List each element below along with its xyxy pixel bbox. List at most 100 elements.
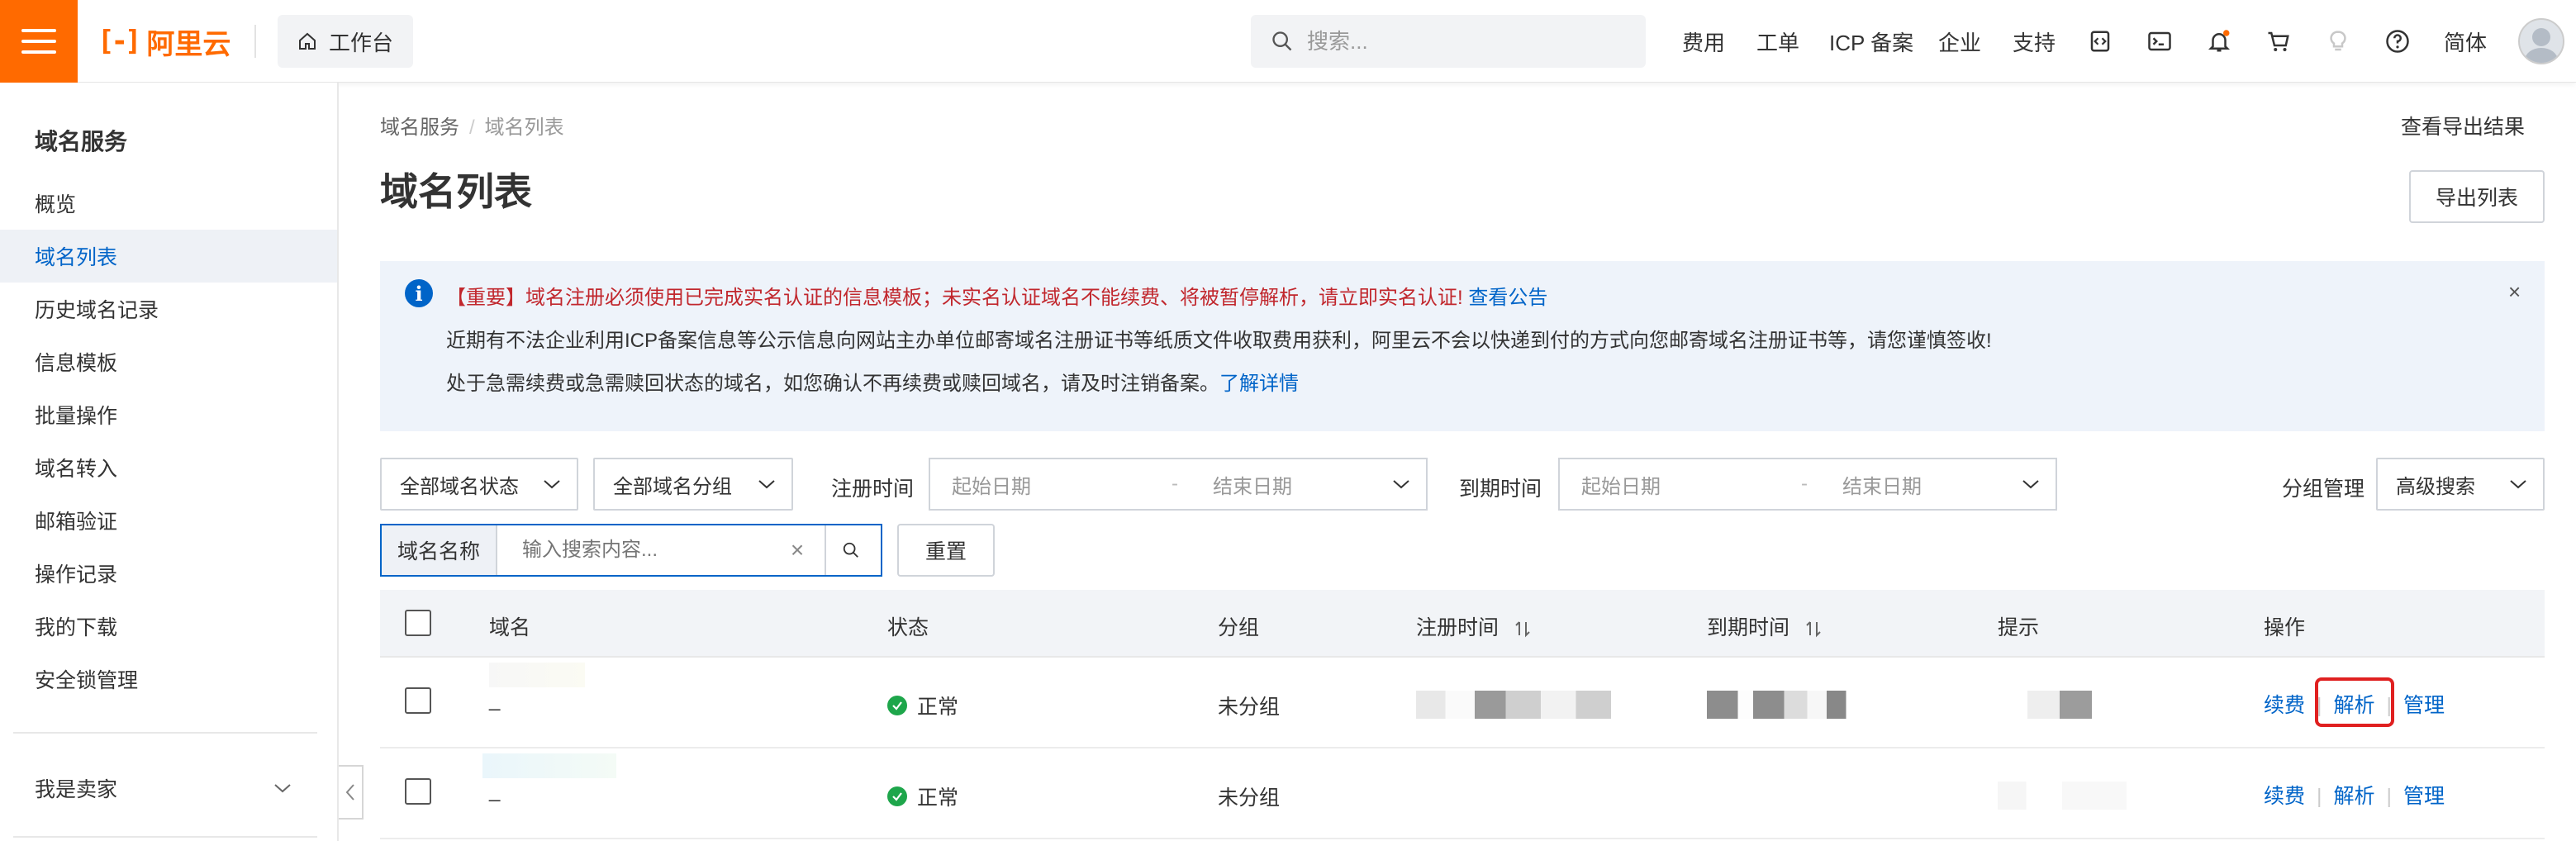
clear-icon[interactable]: ×	[770, 525, 825, 575]
domain-name[interactable]: _	[489, 780, 500, 803]
end-date-placeholder: 结束日期	[1842, 475, 1922, 498]
col-expire-time[interactable]: 到期时间	[1707, 611, 1823, 641]
sidebar-title: 域名服务	[35, 129, 128, 154]
breadcrumb: 域名服务 / 域名列表	[380, 116, 564, 139]
col-domain: 域名	[489, 616, 531, 639]
search-field-select[interactable]: 域名名称	[382, 525, 497, 575]
group-select[interactable]: 全部域名分组	[593, 458, 793, 511]
check-icon	[887, 696, 907, 715]
sidebar-item-transfer-in[interactable]: 域名转入	[0, 441, 337, 494]
sidebar-item-email-verify[interactable]: 邮箱验证	[0, 494, 337, 547]
start-date-placeholder: 起始日期	[952, 475, 1031, 498]
domain-name-blurred	[489, 663, 585, 687]
sort-icon	[1515, 621, 1530, 638]
code-icon[interactable]	[2084, 25, 2117, 58]
sidebar-item-domain-list[interactable]: 域名列表	[0, 230, 337, 283]
row-checkbox[interactable]	[405, 778, 431, 805]
select-all-checkbox[interactable]	[405, 610, 431, 636]
logo-text: 阿里云	[146, 28, 231, 60]
divider	[13, 836, 317, 838]
manage-link[interactable]: 管理	[2403, 694, 2445, 717]
info-icon: i	[405, 279, 433, 307]
table-row: _ 正常 未分组 续费 | 解析 | 管理	[380, 748, 2545, 839]
sidebar-item-security-lock[interactable]: 安全锁管理	[0, 653, 337, 706]
divider	[13, 732, 317, 734]
tip-blurred	[2027, 691, 2092, 719]
chevron-down-icon	[544, 480, 560, 489]
export-list-button[interactable]: 导出列表	[2409, 170, 2545, 223]
domain-search-input[interactable]	[497, 525, 770, 575]
status-text: 正常	[917, 786, 959, 810]
view-announcement-link[interactable]: 查看公告	[1468, 287, 1547, 309]
menu-button[interactable]	[0, 0, 78, 83]
nav-tickets[interactable]: 工单	[1756, 26, 1799, 57]
sidebar-item-templates[interactable]: 信息模板	[0, 335, 337, 388]
renew-link[interactable]: 续费	[2264, 694, 2305, 717]
logo-mark: [-]	[97, 25, 141, 58]
workbench-button[interactable]: 工作台	[278, 15, 413, 68]
domain-name-blurred	[482, 753, 616, 778]
global-search-input[interactable]	[1307, 28, 1621, 55]
reg-time-blurred	[1416, 691, 1611, 719]
sidebar-item-batch[interactable]: 批量操作	[0, 388, 337, 441]
reset-button[interactable]: 重置	[897, 524, 995, 577]
learn-more-link[interactable]: 了解详情	[1219, 373, 1299, 395]
nav-icp[interactable]: ICP 备案	[1829, 26, 1913, 57]
chevron-down-icon	[1393, 480, 1409, 489]
row-checkbox[interactable]	[405, 687, 431, 714]
highlight-box	[2315, 677, 2394, 727]
notice-banner: i 【重要】域名注册必须使用已完成实名认证的信息模板；未实名认证域名不能续费、将…	[380, 261, 2545, 431]
notice-text: 处于急需续费或急需赎回状态的域名，如您确认不再续费或赎回域名，请及时注销备案。	[446, 373, 1219, 395]
notice-line-2: 近期有不法企业利用ICP备案信息等公示信息向网站主办单位邮寄域名注册证书等纸质文…	[446, 330, 1992, 352]
sidebar-item-downloads[interactable]: 我的下载	[0, 600, 337, 653]
dns-resolve-link[interactable]: 解析	[2334, 785, 2375, 808]
group-value: 未分组	[1218, 786, 1281, 810]
sidebar-item-seller[interactable]: 我是卖家	[0, 762, 337, 815]
check-icon	[887, 786, 907, 806]
domain-search: 域名名称 ×	[380, 524, 882, 577]
sidebar-item-overview[interactable]: 概览	[0, 177, 337, 230]
cart-icon[interactable]	[2262, 25, 2295, 58]
lightbulb-icon[interactable]	[2322, 25, 2355, 58]
manage-link[interactable]: 管理	[2403, 785, 2445, 808]
reg-date-range[interactable]: 起始日期 - 结束日期	[929, 458, 1428, 511]
domain-name[interactable]: _	[489, 689, 500, 712]
start-date-placeholder: 起始日期	[1581, 475, 1661, 498]
nav-support[interactable]: 支持	[2013, 26, 2056, 57]
expire-date-range[interactable]: 起始日期 - 结束日期	[1558, 458, 2057, 511]
page-title: 域名列表	[380, 170, 532, 213]
renew-link[interactable]: 续费	[2264, 785, 2305, 808]
chevron-left-icon	[345, 784, 354, 801]
logo[interactable]: [-] 阿里云	[97, 23, 231, 60]
sidebar-collapse-button[interactable]	[339, 765, 364, 820]
group-select-value: 全部域名分组	[613, 475, 732, 498]
nav-fees[interactable]: 费用	[1682, 26, 1725, 57]
chevron-down-icon	[2510, 480, 2526, 489]
advanced-search-button[interactable]: 高级搜索	[2376, 458, 2545, 511]
close-icon[interactable]: ×	[2508, 279, 2521, 305]
status-select[interactable]: 全部域名状态	[380, 458, 578, 511]
expire-time-label: 到期时间	[1459, 478, 1542, 501]
search-button[interactable]	[825, 525, 876, 575]
sidebar-item-history[interactable]: 历史域名记录	[0, 283, 337, 335]
global-search[interactable]	[1251, 15, 1646, 68]
divider	[254, 25, 256, 58]
notice-line-1: 【重要】域名注册必须使用已完成实名认证的信息模板；未实名认证域名不能续费、将被暂…	[446, 281, 1547, 310]
chevron-down-icon	[758, 480, 775, 489]
advanced-search-label: 高级搜索	[2396, 475, 2475, 498]
group-manage-link[interactable]: 分组管理	[2282, 473, 2365, 502]
nav-enterprise[interactable]: 企业	[1938, 26, 1981, 57]
sidebar-item-op-log[interactable]: 操作记录	[0, 547, 337, 600]
row-actions: 续费 | 解析 | 管理	[2264, 785, 2445, 808]
table-row: _ 正常 未分组 续费 | 解析 | 管理	[380, 658, 2545, 748]
avatar[interactable]	[2518, 18, 2564, 64]
breadcrumb-item[interactable]: 域名服务	[380, 116, 459, 139]
bell-icon[interactable]	[2203, 25, 2236, 58]
terminal-icon[interactable]	[2143, 25, 2176, 58]
help-icon[interactable]	[2381, 25, 2414, 58]
search-icon	[1272, 31, 1292, 51]
status-badge: 正常	[887, 691, 958, 720]
view-export-results-link[interactable]: 查看导出结果	[2401, 111, 2525, 140]
col-reg-time[interactable]: 注册时间	[1416, 611, 1533, 641]
language-switch[interactable]: 简体	[2444, 26, 2487, 57]
